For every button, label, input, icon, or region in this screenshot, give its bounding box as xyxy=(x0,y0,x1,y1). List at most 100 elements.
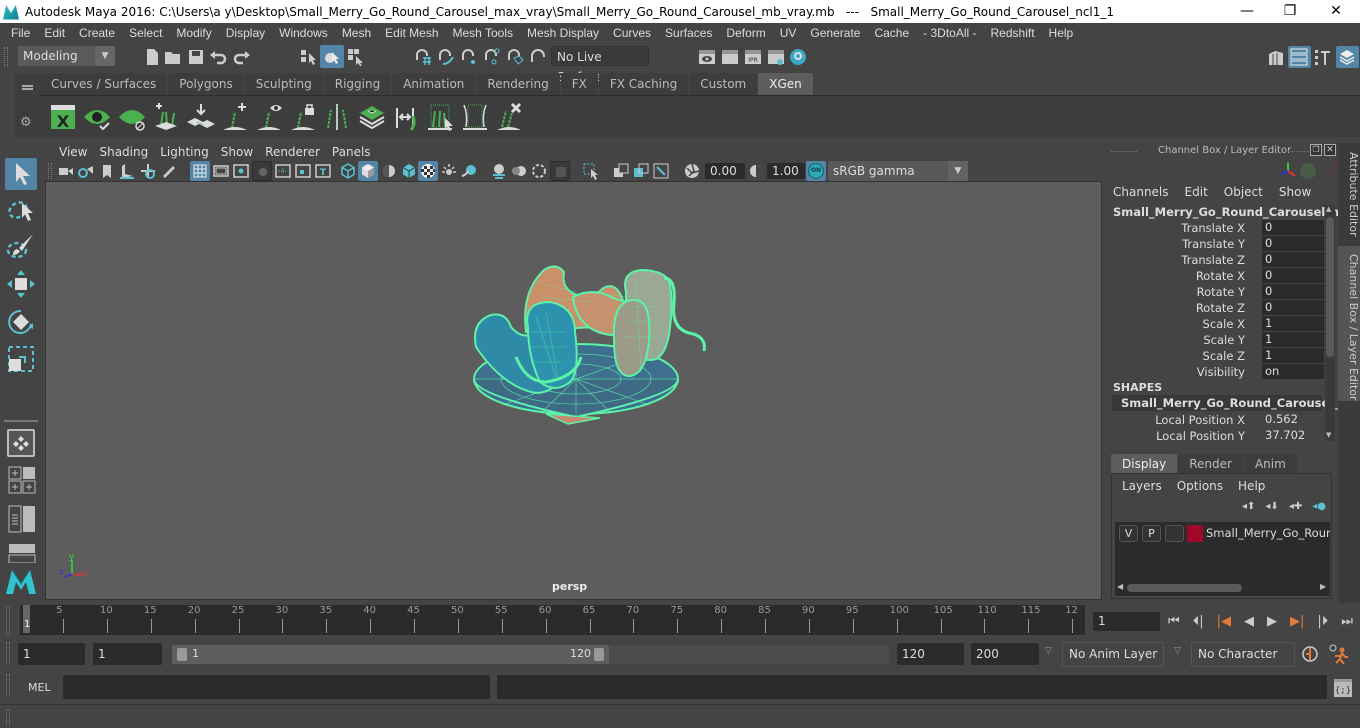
ipr-render-icon[interactable]: IPR xyxy=(744,48,762,66)
menu-mesh[interactable]: Mesh xyxy=(335,26,378,40)
isolate-select-icon[interactable] xyxy=(582,162,600,180)
range-slider[interactable]: 1 120 xyxy=(172,645,609,664)
time-slider[interactable]: 1 5 10 15 20 25 30 35 40 45 50 55 60 65 70 75 80 85 90 95 1… xyxy=(20,605,1085,635)
rotate-tool-button[interactable] xyxy=(5,306,37,338)
make-live-icon[interactable] xyxy=(529,48,547,66)
scroll-thumb[interactable] xyxy=(1326,217,1334,357)
select-components-icon[interactable] xyxy=(347,48,365,66)
depth-of-field-button[interactable] xyxy=(550,161,570,181)
channel-label[interactable]: Local Position Y xyxy=(1156,428,1245,444)
play-forwards-button[interactable]: ▶ xyxy=(1267,614,1277,629)
channel-row[interactable]: Rotate Z 0 xyxy=(1110,300,1325,316)
flip-guides-icon[interactable] xyxy=(391,102,421,132)
xray-joints-icon[interactable] xyxy=(652,162,670,180)
animation-end-field[interactable]: 200 xyxy=(971,643,1039,665)
channel-row[interactable]: Translate Y 0 xyxy=(1110,236,1325,252)
menu-curves[interactable]: Curves xyxy=(606,26,658,40)
layer-playback-toggle[interactable]: P xyxy=(1142,525,1161,542)
shelf-tab-sculpting[interactable]: Sculpting xyxy=(244,73,323,95)
menu-generate[interactable]: Generate xyxy=(803,26,867,40)
menu-edit[interactable]: Edit xyxy=(37,26,72,40)
menu-mesh-tools[interactable]: Mesh Tools xyxy=(446,26,520,40)
go-to-start-button[interactable]: ⏮ xyxy=(1168,614,1180,629)
scroll-thumb[interactable] xyxy=(1127,584,1242,592)
xgen-preview-icon[interactable] xyxy=(82,102,112,132)
maximize-button[interactable]: ❐ xyxy=(1267,0,1313,23)
gamma-field[interactable]: 1.00 xyxy=(767,163,805,179)
character-set-chevron-icon[interactable]: ▽ xyxy=(1174,646,1181,656)
anti-aliasing-icon[interactable] xyxy=(530,162,548,180)
range-start-handle[interactable] xyxy=(177,648,187,661)
xgen-editor-icon[interactable]: X xyxy=(48,102,78,132)
select-guides-icon[interactable] xyxy=(425,102,455,132)
channel-value-field[interactable]: 0 xyxy=(1262,220,1324,235)
step-back-frame-button[interactable]: ⏴| xyxy=(1193,614,1204,629)
step-forward-key-button[interactable]: ▶| xyxy=(1290,614,1304,629)
scale-tool-button[interactable] xyxy=(5,343,37,375)
select-camera-icon[interactable] xyxy=(57,162,75,180)
channel-menu-edit[interactable]: Edit xyxy=(1185,185,1208,199)
minimize-button[interactable]: — xyxy=(1224,0,1270,23)
snap-curve-icon[interactable] xyxy=(437,48,455,66)
bookmark-icon[interactable] xyxy=(98,162,116,180)
animation-preferences-icon[interactable] xyxy=(1328,643,1350,665)
grip-handle[interactable] xyxy=(6,607,10,635)
channel-label[interactable]: Translate Y xyxy=(1182,236,1245,252)
menu-deform[interactable]: Deform xyxy=(719,26,772,40)
channel-row[interactable]: Rotate X 0 xyxy=(1110,268,1325,284)
channel-value-field[interactable]: 1 xyxy=(1262,332,1324,347)
channel-row[interactable]: Scale Z 1 xyxy=(1110,348,1325,364)
film-gate-icon[interactable] xyxy=(212,162,230,180)
snap-point-icon[interactable] xyxy=(460,48,478,66)
grid-toggle-button[interactable] xyxy=(190,161,210,181)
save-scene-icon[interactable] xyxy=(187,48,205,66)
channel-row[interactable]: Translate Z 0 xyxy=(1110,252,1325,268)
step-forward-frame-button[interactable]: |⏵ xyxy=(1317,614,1328,629)
gate-mask-button[interactable] xyxy=(252,161,272,181)
channel-value-field[interactable]: 0 xyxy=(1262,268,1324,283)
viewport-menu-renderer[interactable]: Renderer xyxy=(259,145,326,159)
modeling-toolkit-icon[interactable] xyxy=(1267,48,1285,66)
shelf-tab-curves-surfaces[interactable]: Curves / Surfaces xyxy=(40,73,168,95)
image-plane-icon[interactable] xyxy=(118,162,136,180)
move-layer-up-icon[interactable]: ◂⬆ xyxy=(1242,501,1255,512)
channel-menu-object[interactable]: Object xyxy=(1224,185,1263,199)
snap-grid-icon[interactable] xyxy=(414,48,432,66)
scroll-left-icon[interactable]: ◀ xyxy=(1117,582,1123,591)
add-guides-icon[interactable] xyxy=(151,102,181,132)
channel-label[interactable]: Scale X xyxy=(1203,316,1245,332)
smooth-shade-button[interactable] xyxy=(358,161,378,181)
grip-handle[interactable] xyxy=(1285,151,1311,152)
select-objects-button[interactable] xyxy=(320,45,344,68)
menu-select[interactable]: Select xyxy=(122,26,169,40)
channel-value-field[interactable]: 0 xyxy=(1262,236,1324,251)
layer-menu-options[interactable]: Options xyxy=(1177,479,1223,493)
playback-start-field[interactable]: 1 xyxy=(93,643,162,665)
layer-row[interactable]: V P Small_Merry_Go_Round_ xyxy=(1115,524,1330,544)
menu-cache[interactable]: Cache xyxy=(867,26,916,40)
persp-graph-layout-button[interactable] xyxy=(8,543,36,564)
layer-display-type-toggle[interactable] xyxy=(1165,525,1184,542)
xray-icon[interactable] xyxy=(612,162,630,180)
xgen-clear-preview-icon[interactable] xyxy=(117,102,147,132)
channel-row[interactable]: Scale Y 1 xyxy=(1110,332,1325,348)
menu-mesh-display[interactable]: Mesh Display xyxy=(520,26,606,40)
channel-row[interactable]: Visibility on xyxy=(1110,364,1325,380)
menu-surfaces[interactable]: Surfaces xyxy=(658,26,719,40)
grip-handle[interactable] xyxy=(6,642,10,664)
range-slider-track[interactable] xyxy=(609,645,889,664)
ambient-occlusion-icon[interactable] xyxy=(490,162,508,180)
menuset-dropdown[interactable]: Modeling ▼ xyxy=(18,46,115,66)
color-space-dropdown[interactable]: sRGB gamma ▼ xyxy=(828,161,968,181)
channel-row[interactable]: Rotate Y 0 xyxy=(1110,284,1325,300)
layer-menu-layers[interactable]: Layers xyxy=(1122,479,1162,493)
channel-label[interactable]: Rotate Y xyxy=(1197,284,1245,300)
play-backwards-button[interactable]: ◀ xyxy=(1244,614,1254,629)
channel-value-field[interactable]: 0.562 xyxy=(1262,412,1324,427)
move-tool-button[interactable] xyxy=(5,268,37,300)
shelf-tab-xgen[interactable]: XGen xyxy=(758,73,813,95)
layer-hscrollbar[interactable]: ◀ ▶ xyxy=(1115,582,1330,594)
shelf-tab-fx[interactable]: FX xyxy=(560,73,598,95)
attribute-editor-toggle[interactable] xyxy=(1288,46,1311,68)
channel-row[interactable]: Local Position X 0.562 xyxy=(1110,412,1325,428)
